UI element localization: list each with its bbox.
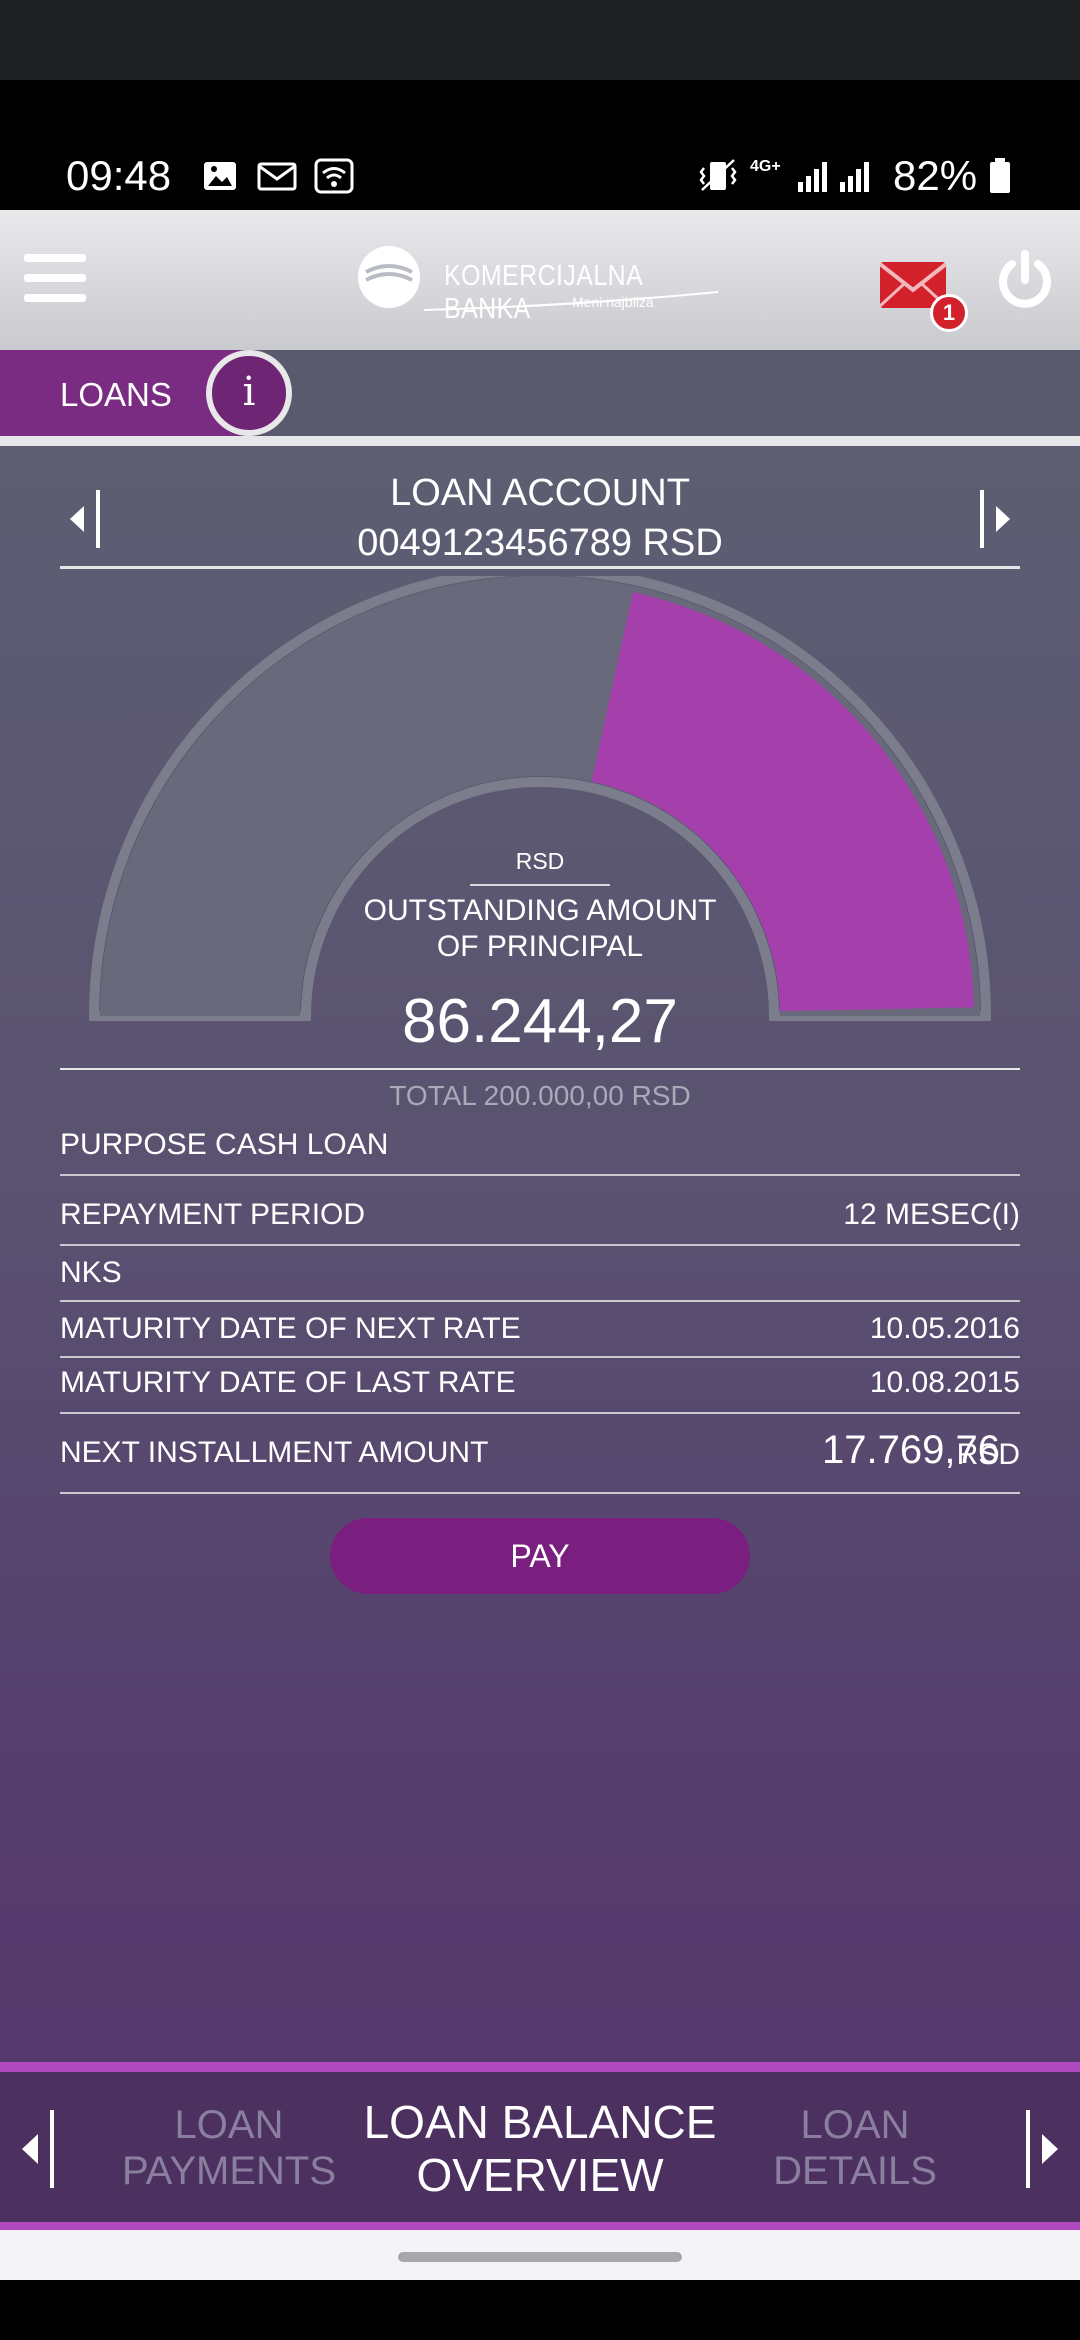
section-title: LOANS — [60, 376, 172, 413]
detail-divider — [60, 1412, 1020, 1414]
next-account-arrow[interactable] — [976, 484, 1016, 554]
power-icon[interactable] — [994, 250, 1056, 312]
nks-label: NKS — [60, 1256, 122, 1289]
next-rate-label: MATURITY DATE OF NEXT RATE — [60, 1312, 521, 1345]
tab-loan-balance-overview[interactable]: LOAN BALANCE OVERVIEW — [340, 2096, 740, 2202]
installment-currency: RSD — [956, 1438, 1020, 1471]
detail-divider — [60, 1356, 1020, 1358]
home-gesture-bar[interactable] — [398, 2252, 682, 2262]
repayment-value: 12 MESEC(I) — [843, 1198, 1020, 1231]
tab-loan-payments-line2: PAYMENTS — [121, 2149, 337, 2193]
gauge-currency: RSD — [515, 848, 565, 874]
tab-loan-details[interactable]: LOAN DETAILS — [740, 2102, 970, 2194]
last-rate-label: MATURITY DATE OF LAST RATE — [60, 1366, 516, 1399]
bank-logo: KOMERCIJALNA BANKA Meni najbliža — [358, 246, 724, 325]
battery-icon — [990, 158, 1010, 193]
account-divider — [60, 566, 1020, 569]
pay-button[interactable]: PAY — [330, 1518, 750, 1594]
detail-divider — [60, 1492, 1020, 1494]
vibrate-icon — [699, 159, 737, 191]
status-time: 09:48 — [66, 152, 172, 199]
next-rate-value: 10.05.2016 — [869, 1312, 1020, 1345]
wifi-icon — [314, 158, 354, 194]
logo-tagline: Meni najbliža — [572, 294, 654, 310]
total-amount: TOTAL 200.000,00 RSD — [389, 1080, 691, 1111]
prev-account-arrow[interactable] — [64, 484, 104, 554]
menu-icon[interactable] — [24, 254, 86, 302]
purpose-label: PURPOSE CASH LOAN — [60, 1128, 389, 1161]
system-top-inset — [0, 0, 1080, 80]
gauge-label-line2: OF PRINCIPAL — [436, 930, 644, 963]
system-bottom-inset — [0, 2280, 1080, 2340]
last-rate-value: 10.08.2015 — [869, 1366, 1020, 1399]
detail-divider — [60, 1300, 1020, 1302]
account-title: LOAN ACCOUNT — [390, 472, 690, 514]
account-number: 0049123456789 RSD — [357, 522, 723, 564]
next-view-arrow[interactable] — [1018, 2104, 1062, 2194]
logo-emblem — [358, 246, 420, 308]
section-divider — [0, 436, 1080, 446]
installment-label: NEXT INSTALLMENT AMOUNT — [60, 1436, 489, 1469]
tab-loan-payments[interactable]: LOAN PAYMENTS — [104, 2102, 354, 2194]
tab-loan-details-line1: LOAN — [800, 2103, 910, 2147]
prev-view-arrow[interactable] — [18, 2104, 62, 2194]
tab-loan-payments-line1: LOAN — [174, 2103, 284, 2147]
battery-percent: 82% — [893, 152, 978, 199]
mail-icon — [257, 162, 297, 191]
tab-loan-balance-overview-line2: OVERVIEW — [416, 2148, 664, 2201]
outstanding-principal-gauge — [88, 576, 992, 1021]
image-icon — [204, 162, 236, 190]
tab-loan-balance-overview-line1: LOAN BALANCE — [363, 2096, 717, 2148]
detail-divider — [60, 1174, 1020, 1176]
gauge-currency-underline — [470, 884, 610, 886]
network-type: 4G+ — [750, 158, 781, 175]
gauge-divider — [60, 1068, 1020, 1070]
signal-icon — [798, 162, 869, 192]
detail-divider — [60, 1244, 1020, 1246]
info-button[interactable]: i — [206, 350, 292, 436]
gauge-label-line1: OUTSTANDING AMOUNT — [363, 894, 717, 927]
outstanding-amount: 86.244,27 — [402, 987, 678, 1056]
tab-loan-details-line2: DETAILS — [773, 2149, 937, 2193]
repayment-label: REPAYMENT PERIOD — [60, 1198, 366, 1231]
messages-badge: 1 — [930, 294, 968, 332]
